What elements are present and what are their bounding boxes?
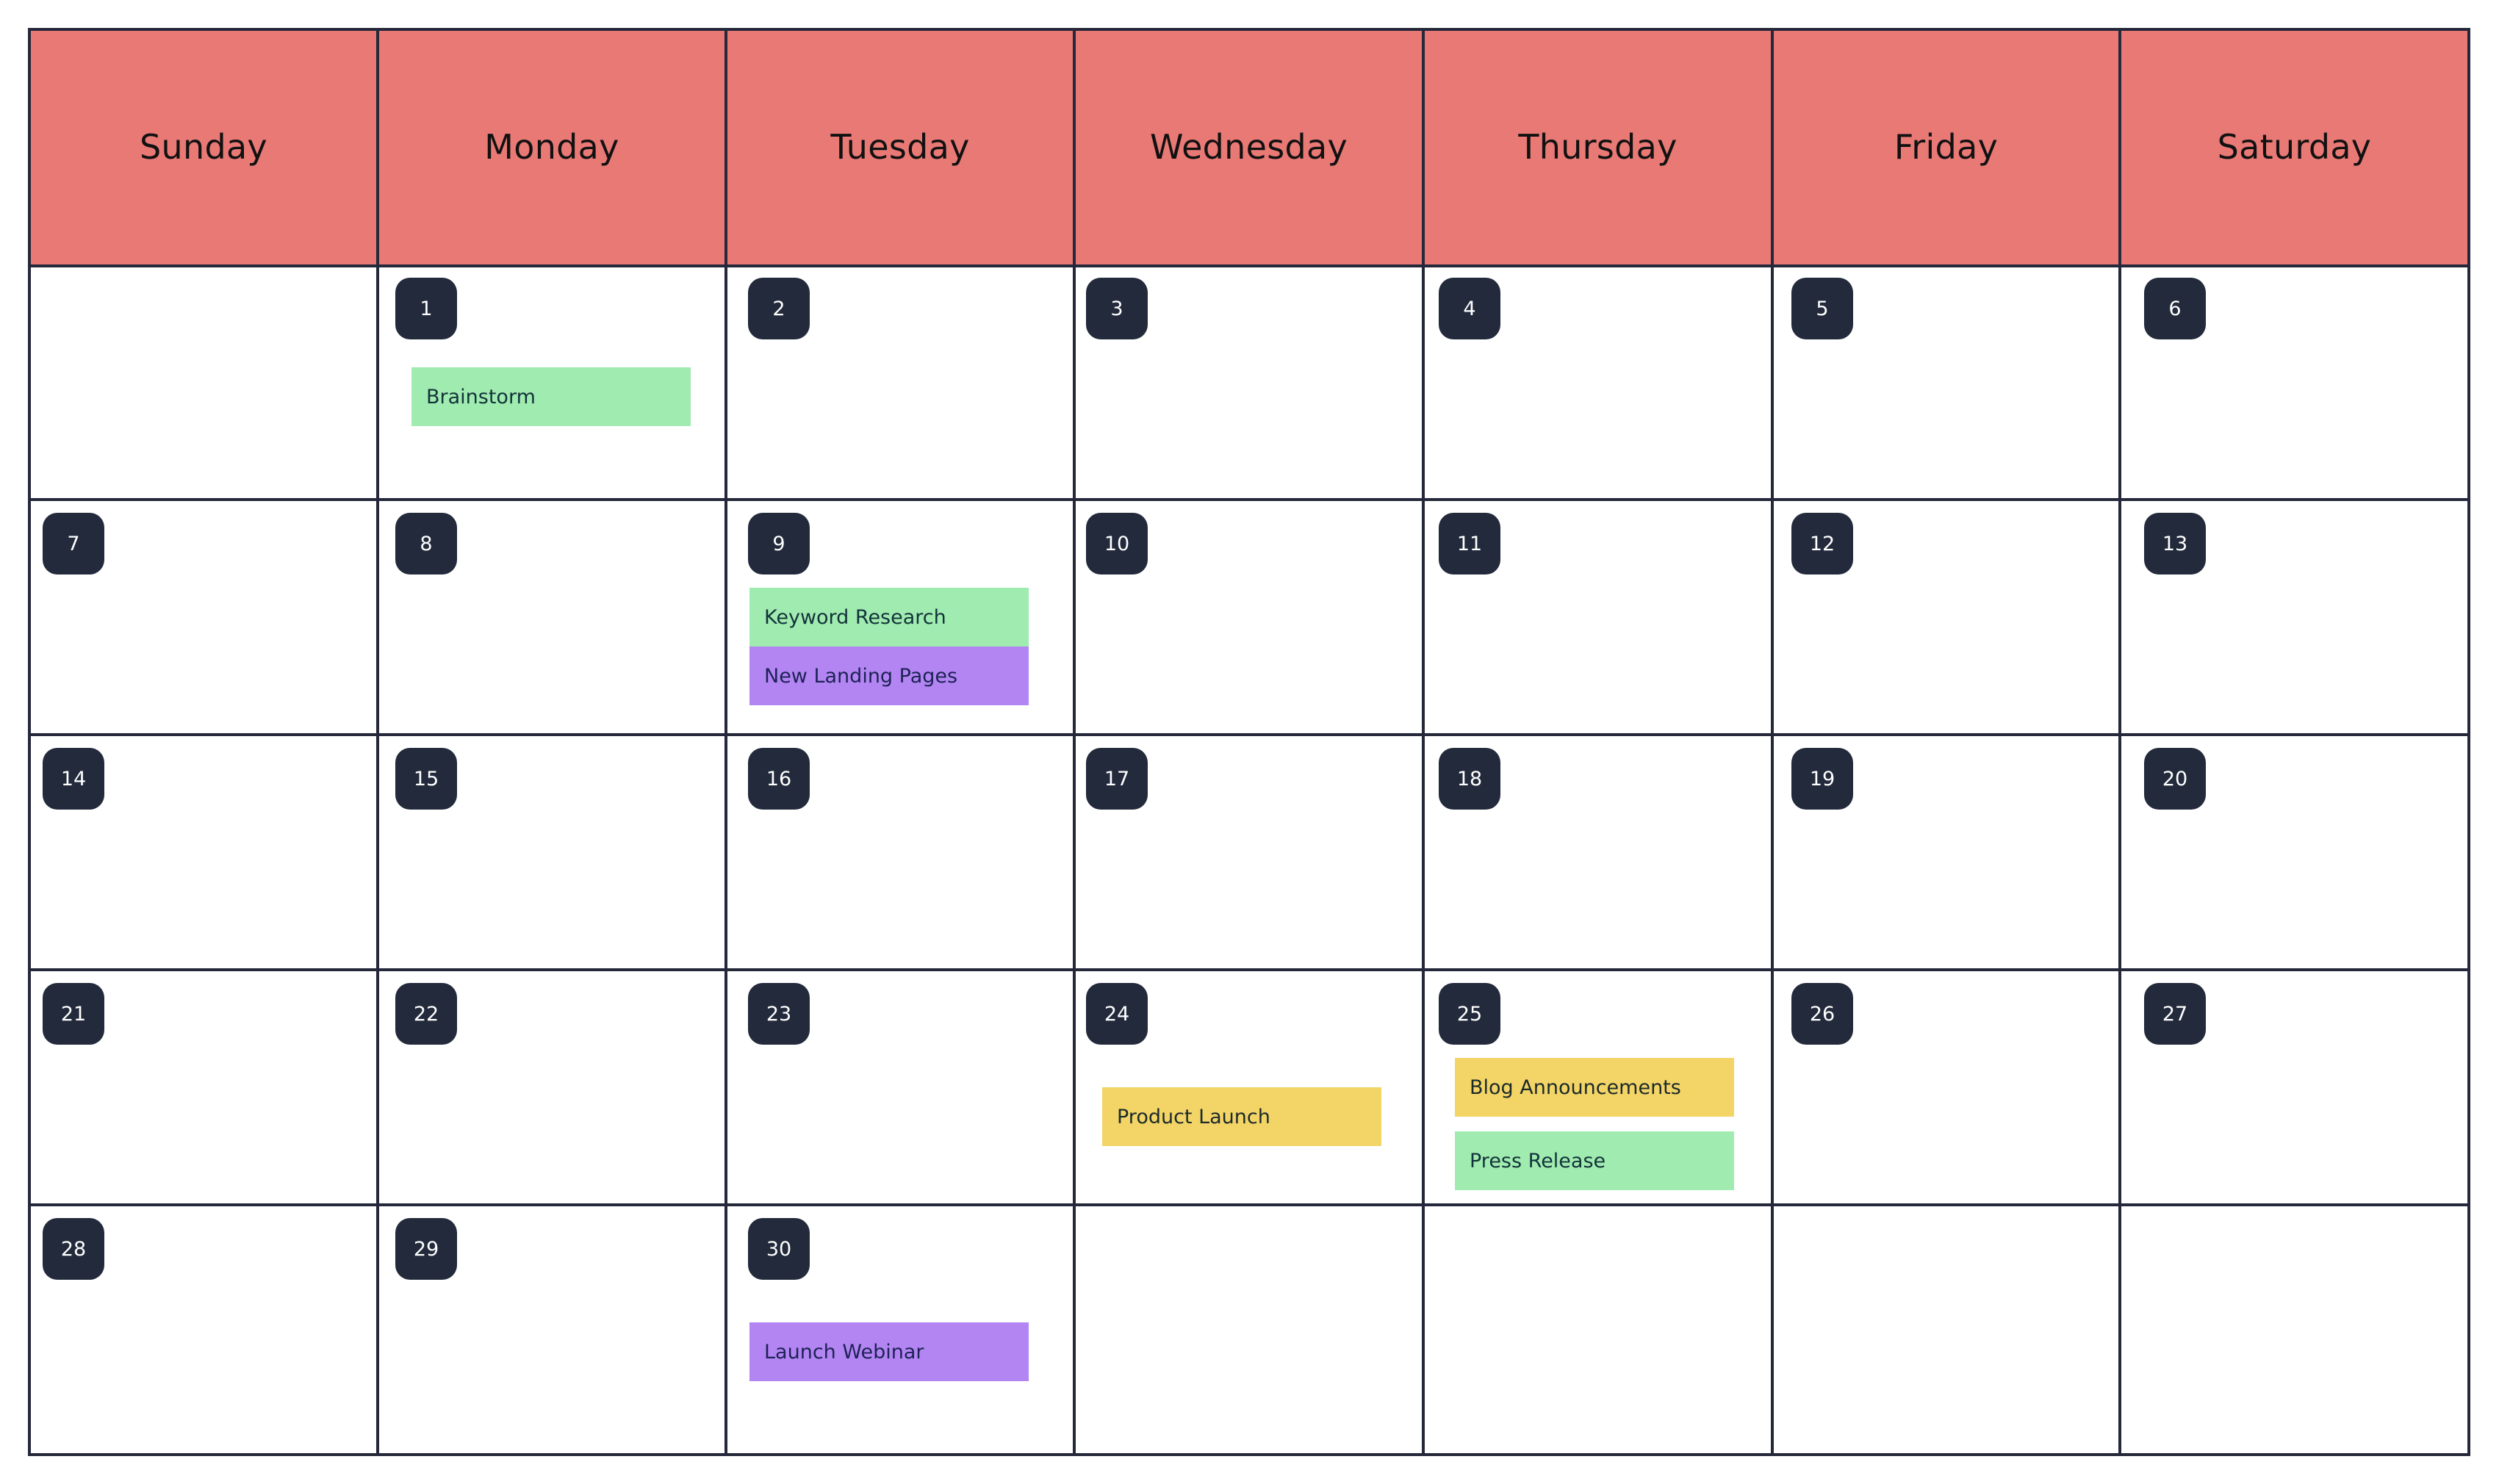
day-number-badge[interactable]: 27 [2144,983,2206,1045]
day-number-badge[interactable]: 12 [1791,513,1853,574]
grid-line [2118,28,2121,1456]
grid-line [28,28,2470,31]
weekday-label: Wednesday [1149,127,1348,167]
grid-line [376,28,379,1456]
event-card[interactable]: Blog Announcements [1455,1058,1734,1117]
day-number-badge[interactable]: 29 [395,1218,457,1280]
day-number-badge[interactable]: 30 [748,1218,810,1280]
weekday-label: Friday [1894,127,1999,167]
weekday-header-tuesday: Tuesday [726,29,1074,264]
grid-line [28,28,31,1456]
grid-line [2467,28,2470,1456]
day-number-badge[interactable]: 22 [395,983,457,1045]
day-number-badge[interactable]: 13 [2144,513,2206,574]
day-number-badge[interactable]: 28 [43,1218,104,1280]
day-number-badge[interactable]: 24 [1086,983,1148,1045]
day-number-badge[interactable]: 26 [1791,983,1853,1045]
grid-line [1771,28,1774,1456]
day-number-badge[interactable]: 23 [748,983,810,1045]
grid-line [28,1453,2470,1456]
event-card[interactable]: Press Release [1455,1131,1734,1190]
grid-line [28,498,2470,501]
weekday-header-monday: Monday [378,29,726,264]
day-number-badge[interactable]: 18 [1439,748,1500,810]
weekday-label: Sunday [140,127,267,167]
day-number-badge[interactable]: 9 [748,513,810,574]
weekday-header-saturday: Saturday [2120,29,2469,264]
grid-line [28,968,2470,971]
weekday-header-sunday: Sunday [29,29,378,264]
event-label: New Landing Pages [764,664,958,688]
event-label: Launch Webinar [764,1340,924,1364]
grid-line [28,1203,2470,1206]
monthly-calendar-board: Sunday Monday Tuesday Wednesday Thursday… [0,0,2499,1484]
grid-line [28,264,2470,267]
day-number-badge[interactable]: 25 [1439,983,1500,1045]
day-number-badge[interactable]: 4 [1439,278,1500,339]
day-number-badge[interactable]: 11 [1439,513,1500,574]
day-number-badge[interactable]: 6 [2144,278,2206,339]
event-card[interactable]: Brainstorm [411,367,691,426]
day-number-badge[interactable]: 2 [748,278,810,339]
event-label: Brainstorm [426,385,536,408]
day-number-badge[interactable]: 7 [43,513,104,574]
weekday-label: Monday [484,127,619,167]
day-number-badge[interactable]: 20 [2144,748,2206,810]
weekday-label: Tuesday [830,127,970,167]
day-number-badge[interactable]: 1 [395,278,457,339]
weekday-label: Thursday [1518,127,1678,167]
event-card[interactable]: Product Launch [1102,1087,1381,1146]
day-number-badge[interactable]: 17 [1086,748,1148,810]
day-number-badge[interactable]: 21 [43,983,104,1045]
day-number-badge[interactable]: 3 [1086,278,1148,339]
grid-line [28,733,2470,736]
day-number-badge[interactable]: 8 [395,513,457,574]
grid-line [724,28,727,1456]
weekday-label: Saturday [2217,127,2372,167]
day-number-badge[interactable]: 5 [1791,278,1853,339]
event-label: Press Release [1470,1149,1606,1173]
event-label: Keyword Research [764,605,946,629]
weekday-header-friday: Friday [1772,29,2120,264]
day-number-badge[interactable]: 10 [1086,513,1148,574]
event-card[interactable]: New Landing Pages [749,646,1029,705]
day-number-badge[interactable]: 19 [1791,748,1853,810]
event-card[interactable]: Keyword Research [749,588,1029,646]
weekday-header-wednesday: Wednesday [1074,29,1423,264]
day-number-badge[interactable]: 15 [395,748,457,810]
grid-line [1073,28,1076,1456]
event-card[interactable]: Launch Webinar [749,1322,1029,1381]
day-number-badge[interactable]: 16 [748,748,810,810]
event-label: Product Launch [1117,1105,1270,1128]
weekday-header-thursday: Thursday [1423,29,1772,264]
grid-line [1422,28,1425,1456]
day-number-badge[interactable]: 14 [43,748,104,810]
event-label: Blog Announcements [1470,1076,1681,1099]
